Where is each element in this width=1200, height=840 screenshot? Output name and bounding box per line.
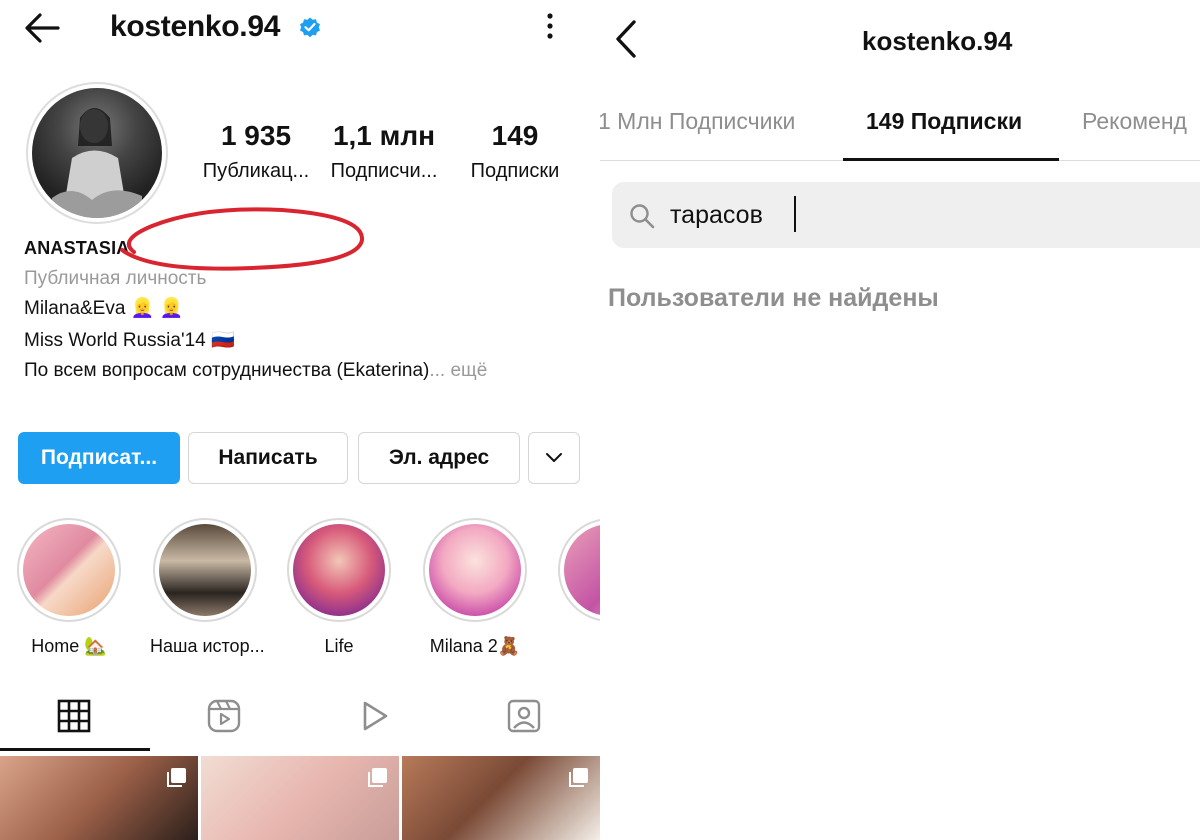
highlight-cover (293, 524, 385, 616)
highlight-ring (287, 518, 391, 622)
grid-icon[interactable] (56, 698, 92, 734)
reels-icon[interactable] (206, 698, 242, 734)
stat-following[interactable]: 149 Подписки (460, 120, 570, 183)
stat-followers-value: 1,1 млн (332, 120, 436, 151)
highlight-life[interactable]: Life (284, 518, 394, 657)
bio-line: Miss World Russia'14 🇷🇺 (24, 330, 235, 351)
video-play-icon[interactable] (356, 698, 392, 734)
chevron-down-icon (546, 453, 562, 462)
tagged-person-icon[interactable] (506, 698, 542, 734)
stat-posts[interactable]: 1 935 Публикац... (194, 120, 318, 183)
avatar-photo (32, 88, 162, 218)
back-arrow-icon[interactable] (22, 10, 62, 46)
carousel-icon (368, 768, 387, 787)
email-button[interactable]: Эл. адрес (358, 432, 520, 484)
post-thumbnail[interactable] (0, 756, 198, 840)
post-thumbnail[interactable] (201, 756, 399, 840)
search-icon (630, 204, 655, 229)
bio-line: Milana&Eva 👱‍♀️ 👱‍♀️ (24, 298, 184, 319)
page-title: kostenko.94 (862, 26, 1013, 56)
stat-following-value: 149 (491, 120, 539, 151)
bio-more-link[interactable]: ... ещё (429, 360, 487, 381)
tab-suggested[interactable]: Рекоменд (1082, 108, 1187, 135)
highlight-cover (564, 524, 600, 616)
stat-followers[interactable]: 1,1 млн Подписчи... (322, 120, 446, 183)
highlight-ring (423, 518, 527, 622)
profile-tabbar (0, 690, 600, 752)
carousel-icon (167, 768, 186, 787)
stat-posts-label: Публикац... (202, 160, 310, 182)
highlight-ring (17, 518, 121, 622)
empty-results-message: Пользователи не найдены (608, 284, 939, 312)
highlight-cover (429, 524, 521, 616)
active-tab-indicator (843, 158, 1059, 161)
highlight-label: Milana 2🧸 (429, 636, 521, 656)
post-thumbnail[interactable] (402, 756, 600, 840)
profile-screen: kostenko.94 1 935 Публикац... 1,1 млн По… (0, 0, 600, 840)
highlight-milana[interactable]: Milana 2🧸 (420, 518, 530, 657)
highlight-label: Home 🏡 (31, 636, 107, 656)
profile-username: kostenko.94 (110, 10, 281, 43)
back-chevron-icon[interactable] (610, 18, 640, 60)
highlight-ev[interactable]: Ev (555, 518, 600, 657)
tab-followers[interactable]: 1 Млн Подписчики (600, 108, 795, 135)
highlight-story[interactable]: Наша истор... (150, 518, 265, 657)
highlight-home[interactable]: Home 🏡 (14, 518, 124, 657)
profile-avatar[interactable] (26, 82, 168, 224)
red-annotation-circle (120, 207, 364, 271)
following-screen: kostenko.94 1 Млн Подписчики 149 Подписк… (600, 0, 1200, 840)
suggested-dropdown-button[interactable] (528, 432, 580, 484)
search-bar[interactable] (612, 182, 1200, 248)
follow-button[interactable]: Подписат... (18, 432, 180, 484)
highlight-label: Ev (555, 636, 600, 657)
stat-followers-label: Подписчи... (330, 160, 438, 182)
text-caret (794, 196, 796, 232)
stat-posts-value: 1 935 (220, 120, 292, 151)
highlight-ring (153, 518, 257, 622)
message-button[interactable]: Написать (188, 432, 348, 484)
search-input[interactable] (670, 196, 1190, 234)
more-options-icon[interactable] (538, 10, 562, 42)
highlight-label: Наша истор... (150, 636, 265, 656)
tab-following[interactable]: 149 Подписки (866, 108, 1022, 135)
highlight-cover (23, 524, 115, 616)
highlight-cover (159, 524, 251, 616)
stat-following-label: Подписки (470, 160, 560, 182)
bio-line: По всем вопросам сотрудничества (Ekateri… (24, 360, 487, 382)
carousel-icon (569, 768, 588, 787)
highlight-ring (558, 518, 600, 622)
bio-text: По всем вопросам сотрудничества (Ekateri… (24, 360, 430, 381)
active-tab-indicator (0, 748, 150, 751)
posts-grid (0, 756, 600, 840)
verified-badge-icon (300, 17, 320, 38)
avatar-figure-icon (52, 108, 142, 218)
highlight-label: Life (324, 636, 354, 656)
